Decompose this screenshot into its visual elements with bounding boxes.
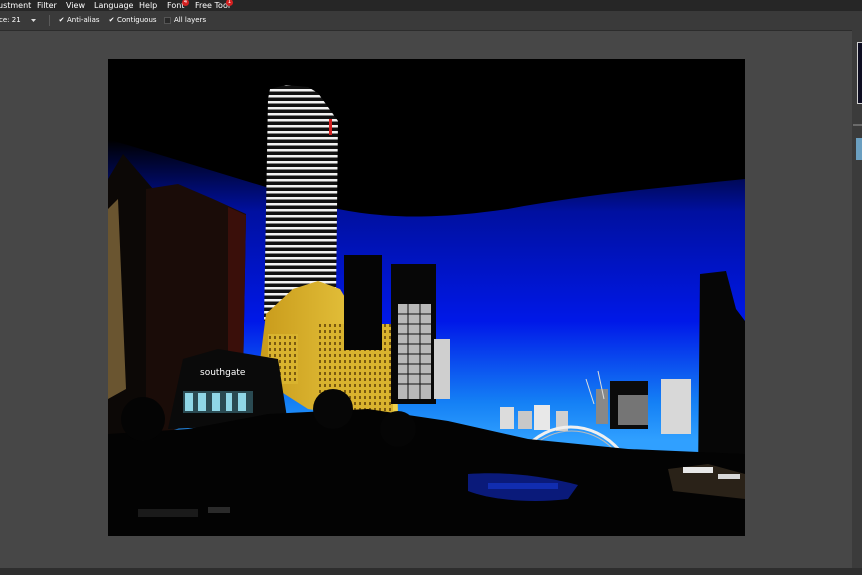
checkbox-empty[interactable]	[164, 16, 171, 24]
anti-alias-label: Anti-alias	[67, 16, 100, 24]
checkmark-icon[interactable]: ✔	[108, 11, 115, 30]
checkmark-icon[interactable]: ✔	[58, 11, 65, 30]
contiguous-option[interactable]: ✔ Contiguous	[108, 11, 157, 30]
city-skyline-image: southgate	[108, 59, 745, 536]
right-panel	[852, 30, 862, 575]
menu-filter[interactable]: Filter	[37, 0, 57, 11]
navigator-thumbnail[interactable]	[857, 42, 862, 104]
free-tool-badge: 1	[226, 0, 233, 6]
tool-options-bar: ce: 21 ✔ Anti-alias ✔ Contiguous All layer…	[0, 11, 862, 31]
caret-down-icon	[31, 19, 36, 22]
menubar: ustment Filter View Language Help Font 4…	[0, 0, 862, 11]
menu-free-tool[interactable]: Free Tool	[195, 0, 230, 11]
tolerance-label: ce: 21	[0, 16, 21, 24]
anti-alias-option[interactable]: ✔ Anti-alias	[58, 11, 100, 30]
contiguous-label: Contiguous	[117, 16, 157, 24]
panel-divider	[853, 124, 862, 126]
all-layers-label: All layers	[174, 16, 207, 24]
layer-selected[interactable]	[856, 138, 862, 160]
tolerance-dropdown[interactable]	[30, 11, 37, 38]
menu-adjustment[interactable]: ustment	[0, 0, 31, 11]
menu-view[interactable]: View	[66, 0, 85, 11]
all-layers-option[interactable]: All layers	[164, 11, 206, 30]
font-badge: 4	[182, 0, 189, 6]
menu-help[interactable]: Help	[139, 0, 157, 11]
southgate-sign: southgate	[200, 368, 246, 378]
status-bar	[0, 568, 862, 575]
toolbar-divider	[49, 15, 50, 26]
image-canvas[interactable]: southgate	[108, 59, 745, 536]
menu-language[interactable]: Language	[94, 0, 133, 11]
